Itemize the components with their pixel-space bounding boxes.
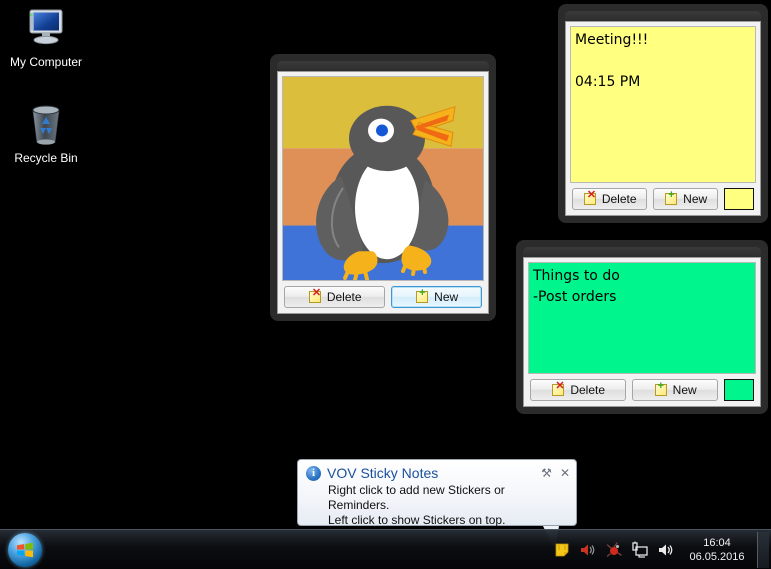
desktop-icon-label: My Computer bbox=[0, 55, 92, 69]
taskbar: 16:04 06.05.2016 bbox=[0, 529, 771, 569]
close-icon[interactable]: ✕ bbox=[560, 466, 570, 480]
taskbar-clock[interactable]: 16:04 06.05.2016 bbox=[679, 536, 755, 564]
network-monitor-tray-icon[interactable] bbox=[627, 532, 653, 568]
clock-time: 16:04 bbox=[679, 536, 755, 550]
delete-note-icon: ✕ bbox=[551, 383, 565, 397]
note-text-area[interactable]: Things to do -Post orders bbox=[528, 262, 756, 374]
balloon-title: VOV Sticky Notes bbox=[327, 465, 533, 481]
system-tray: 16:04 06.05.2016 bbox=[549, 530, 771, 569]
new-button-label: New bbox=[673, 383, 697, 397]
sticky-note-window-penguin[interactable]: ✕ Delete + New bbox=[270, 54, 496, 321]
new-note-icon: + bbox=[415, 290, 429, 304]
note-button-row: ✕ Delete + New bbox=[282, 281, 484, 309]
desktop-icon-recycle-bin[interactable]: Recycle Bin bbox=[0, 100, 92, 165]
note-button-row: ✕ Delete + New bbox=[570, 183, 756, 211]
note-inner-panel: Meeting!!! 04:15 PM ✕ Delete + New bbox=[565, 21, 761, 216]
delete-button[interactable]: ✕ Delete bbox=[530, 379, 626, 401]
note-text-area[interactable]: Meeting!!! 04:15 PM bbox=[570, 26, 756, 183]
delete-button[interactable]: ✕ Delete bbox=[284, 286, 385, 308]
balloon-line-1: Right click to add new Stickers or Remin… bbox=[328, 483, 568, 513]
start-button[interactable] bbox=[4, 532, 46, 568]
note-button-row: ✕ Delete + New bbox=[528, 374, 756, 402]
sticky-note-window-yellow[interactable]: Meeting!!! 04:15 PM ✕ Delete + New bbox=[558, 4, 768, 223]
sticky-notes-tray-icon[interactable] bbox=[549, 532, 575, 568]
new-button[interactable]: + New bbox=[653, 188, 718, 210]
delete-button-label: Delete bbox=[570, 383, 605, 397]
balloon-header: i VOV Sticky Notes ⚒ ✕ bbox=[298, 460, 576, 481]
color-swatch-button[interactable] bbox=[724, 379, 754, 401]
balloon-body: Right click to add new Stickers or Remin… bbox=[298, 481, 576, 528]
new-button-label: New bbox=[434, 290, 458, 304]
color-swatch-button[interactable] bbox=[724, 188, 754, 210]
wrench-icon[interactable]: ⚒ bbox=[541, 466, 552, 480]
notification-balloon[interactable]: i VOV Sticky Notes ⚒ ✕ Right click to ad… bbox=[297, 459, 577, 526]
speaker-tray-icon[interactable] bbox=[653, 532, 679, 568]
delete-note-icon: ✕ bbox=[583, 192, 597, 206]
note-inner-panel: Things to do -Post orders ✕ Delete + New bbox=[523, 257, 761, 407]
desktop-icon-label: Recycle Bin bbox=[0, 151, 92, 165]
new-button[interactable]: + New bbox=[391, 286, 482, 308]
note-image-area[interactable] bbox=[282, 76, 484, 281]
penguin-picture bbox=[283, 77, 483, 280]
balloon-line-2: Left click to show Stickers on top. bbox=[328, 513, 568, 528]
note-inner-panel: ✕ Delete + New bbox=[277, 71, 489, 314]
info-icon: i bbox=[306, 466, 321, 481]
sticky-note-window-green[interactable]: Things to do -Post orders ✕ Delete + New bbox=[516, 240, 768, 414]
my-computer-icon bbox=[0, 6, 92, 53]
delete-button[interactable]: ✕ Delete bbox=[572, 188, 647, 210]
desktop-icon-my-computer[interactable]: My Computer bbox=[0, 6, 92, 69]
new-button[interactable]: + New bbox=[632, 379, 718, 401]
clock-date: 06.05.2016 bbox=[679, 550, 755, 564]
delete-button-label: Delete bbox=[327, 290, 362, 304]
note-text-content: Meeting!!! 04:15 PM bbox=[571, 27, 755, 96]
new-note-icon: + bbox=[664, 192, 678, 206]
delete-note-icon: ✕ bbox=[308, 290, 322, 304]
show-desktop-button[interactable] bbox=[757, 532, 769, 568]
note-text-content: Things to do -Post orders bbox=[529, 263, 755, 311]
recycle-bin-icon bbox=[0, 100, 92, 149]
new-note-icon: + bbox=[654, 383, 668, 397]
antivirus-tray-icon[interactable] bbox=[601, 532, 627, 568]
new-button-label: New bbox=[683, 192, 707, 206]
delete-button-label: Delete bbox=[602, 192, 637, 206]
windows-logo-icon bbox=[8, 533, 42, 567]
volume-muted-tray-icon[interactable] bbox=[575, 532, 601, 568]
